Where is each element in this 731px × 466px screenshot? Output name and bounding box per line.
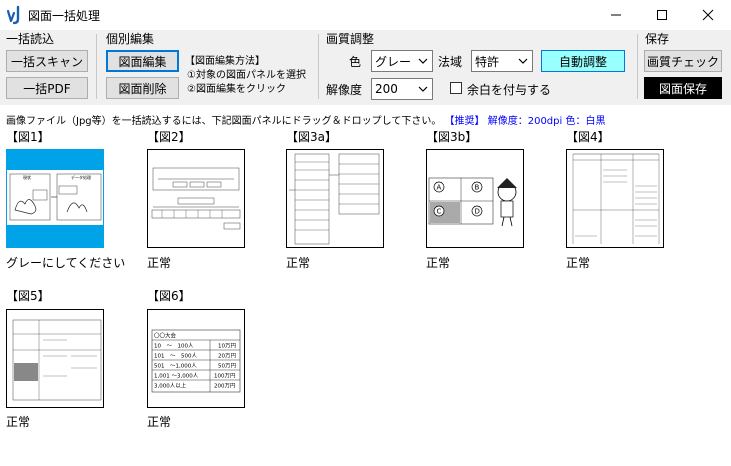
law-label: 法域 xyxy=(438,55,463,69)
color-select[interactable]: グレー xyxy=(371,50,433,72)
fig6-table-cell: 20万円 xyxy=(218,353,236,360)
fig6-table-cell: 200万円 xyxy=(214,383,236,390)
panel-label: 【図5】 xyxy=(6,289,50,303)
resolution-select-value: 200 xyxy=(375,82,398,96)
resolution-select[interactable]: 200 xyxy=(371,78,433,100)
drawing-thumbnail xyxy=(289,153,380,245)
drawing-panel-4[interactable] xyxy=(566,149,664,248)
panel-label: 【図6】 xyxy=(147,289,191,303)
drawing-thumbnail xyxy=(572,153,660,244)
drawing-thumbnail xyxy=(151,167,241,230)
panel-label: 【図2】 xyxy=(147,130,191,144)
panel-status: 正常 xyxy=(147,415,172,429)
title-bar: 図面一括処理 xyxy=(0,0,731,30)
app-logo-icon xyxy=(6,5,20,25)
fig3b-label: C xyxy=(437,208,442,216)
panel-label: 【図3b】 xyxy=(426,130,478,144)
instruction-text: 画像ファイル（Jpg等）を一括読込するには、下記図面パネルにドラッグ＆ドロップし… xyxy=(6,116,442,127)
edit-method-title: 【図面編集方法】 xyxy=(185,56,265,67)
drawing-thumbnail: 〇〇大会 10 〜 100人 10万円 101 〜 500人 20万円 501 … xyxy=(151,329,241,393)
fig6-table-cell: 501 〜1,000人 xyxy=(154,363,197,370)
drawing-panel-3b[interactable]: A B C D xyxy=(426,149,524,248)
panel-label: 【図1】 xyxy=(6,130,50,144)
panel-label: 【図3a】 xyxy=(286,130,337,144)
color-select-value: グレー xyxy=(375,54,412,69)
drawing-thumbnail xyxy=(12,319,102,401)
fig6-table-cell: 1,001 〜3,000人 xyxy=(154,373,199,380)
fig6-table-cell: 3,000人以上 xyxy=(154,382,187,390)
instruction-line: 画像ファイル（Jpg等）を一括読込するには、下記図面パネルにドラッグ＆ドロップし… xyxy=(6,112,605,127)
fig6-table-cell: 100万円 xyxy=(214,373,236,380)
delete-drawing-button[interactable]: 図面削除 xyxy=(106,77,179,99)
fig6-table-cell: 10 〜 100人 xyxy=(154,343,194,350)
bulk-load-title: 一括読込 xyxy=(6,32,55,46)
panel-status: 正常 xyxy=(426,256,451,270)
fig6-table-cell: 10万円 xyxy=(218,343,236,350)
window-title: 図面一括処理 xyxy=(28,9,101,23)
toolbar: 一括読込 一括スキャン 一括PDF 個別編集 図面編集 図面削除 【図面編集方法… xyxy=(0,30,731,105)
fig1-caption: データ処理 xyxy=(71,174,91,180)
fig6-table-header: 〇〇大会 xyxy=(154,332,177,340)
drawing-panel-2[interactable] xyxy=(147,149,245,248)
maximize-button[interactable] xyxy=(639,0,685,30)
close-icon xyxy=(702,9,714,21)
minimize-button[interactable] xyxy=(593,0,639,30)
panel-status: 正常 xyxy=(6,415,31,429)
resolution-label: 解像度 xyxy=(326,83,363,97)
law-select[interactable]: 特許 xyxy=(471,50,533,72)
edit-method-step2: ②図面編集をクリック xyxy=(187,84,286,95)
fig3b-label: B xyxy=(475,184,480,192)
margin-checkbox[interactable] xyxy=(450,82,462,94)
edit-drawing-button[interactable]: 図面編集 xyxy=(106,50,179,72)
close-button[interactable] xyxy=(685,0,731,30)
edit-method-step1: ①対象の図面パネルを選択 xyxy=(187,70,306,81)
chevron-down-icon xyxy=(418,58,428,64)
panel-status: グレーにしてください xyxy=(6,256,126,270)
recommend-text: 【推奨】 解像度：200dpi 色：白黒 xyxy=(444,116,606,127)
panel-label: 【図4】 xyxy=(566,130,610,144)
toolbar-divider xyxy=(637,34,638,99)
drawing-panel-5[interactable] xyxy=(6,309,104,408)
drawing-panel-3a[interactable] xyxy=(286,149,384,248)
save-title: 保存 xyxy=(645,32,670,46)
quality-check-button[interactable]: 画質チェック xyxy=(644,50,722,72)
margin-label: 余白を付与する xyxy=(467,83,552,97)
drawing-thumbnail: 現状 データ処理 xyxy=(7,170,103,225)
minimize-icon xyxy=(611,14,621,16)
fig3b-label: A xyxy=(437,184,442,192)
drawing-panel-6[interactable]: 〇〇大会 10 〜 100人 10万円 101 〜 500人 20万円 501 … xyxy=(147,309,245,408)
bulk-pdf-button[interactable]: 一括PDF xyxy=(6,77,88,99)
fig6-table-cell: 50万円 xyxy=(218,363,236,370)
quality-group: 画質調整 色 グレー 法域 特許 自動調整 解像度 200 余白を付与する xyxy=(320,30,636,103)
fig3b-label: D xyxy=(475,208,480,216)
save-drawing-button[interactable]: 図面保存 xyxy=(644,77,722,99)
panel-status: 正常 xyxy=(566,256,591,270)
panel-status: 正常 xyxy=(286,256,311,270)
law-select-value: 特許 xyxy=(475,54,500,69)
toolbar-divider xyxy=(318,34,319,99)
toolbar-divider xyxy=(96,34,97,99)
bulk-scan-button[interactable]: 一括スキャン xyxy=(6,50,88,72)
maximize-icon xyxy=(657,10,667,20)
drawing-panel-1[interactable]: 現状 データ処理 xyxy=(6,149,104,248)
individual-edit-group: 個別編集 図面編集 図面削除 【図面編集方法】 ①対象の図面パネルを選択 ②図面… xyxy=(98,30,316,103)
drawing-thumbnail: A B C D xyxy=(428,177,517,227)
panel-status: 正常 xyxy=(147,256,172,270)
bulk-load-group: 一括読込 一括スキャン 一括PDF xyxy=(0,30,95,103)
save-group: 保存 画質チェック 図面保存 xyxy=(639,30,729,103)
chevron-down-icon xyxy=(518,58,528,64)
fig1-caption: 現状 xyxy=(23,174,31,180)
quality-title: 画質調整 xyxy=(326,32,375,46)
fig6-table-cell: 101 〜 500人 xyxy=(154,353,197,360)
chevron-down-icon xyxy=(418,86,428,92)
color-label: 色 xyxy=(349,55,362,69)
individual-edit-title: 個別編集 xyxy=(106,32,155,46)
auto-adjust-button[interactable]: 自動調整 xyxy=(541,50,625,72)
